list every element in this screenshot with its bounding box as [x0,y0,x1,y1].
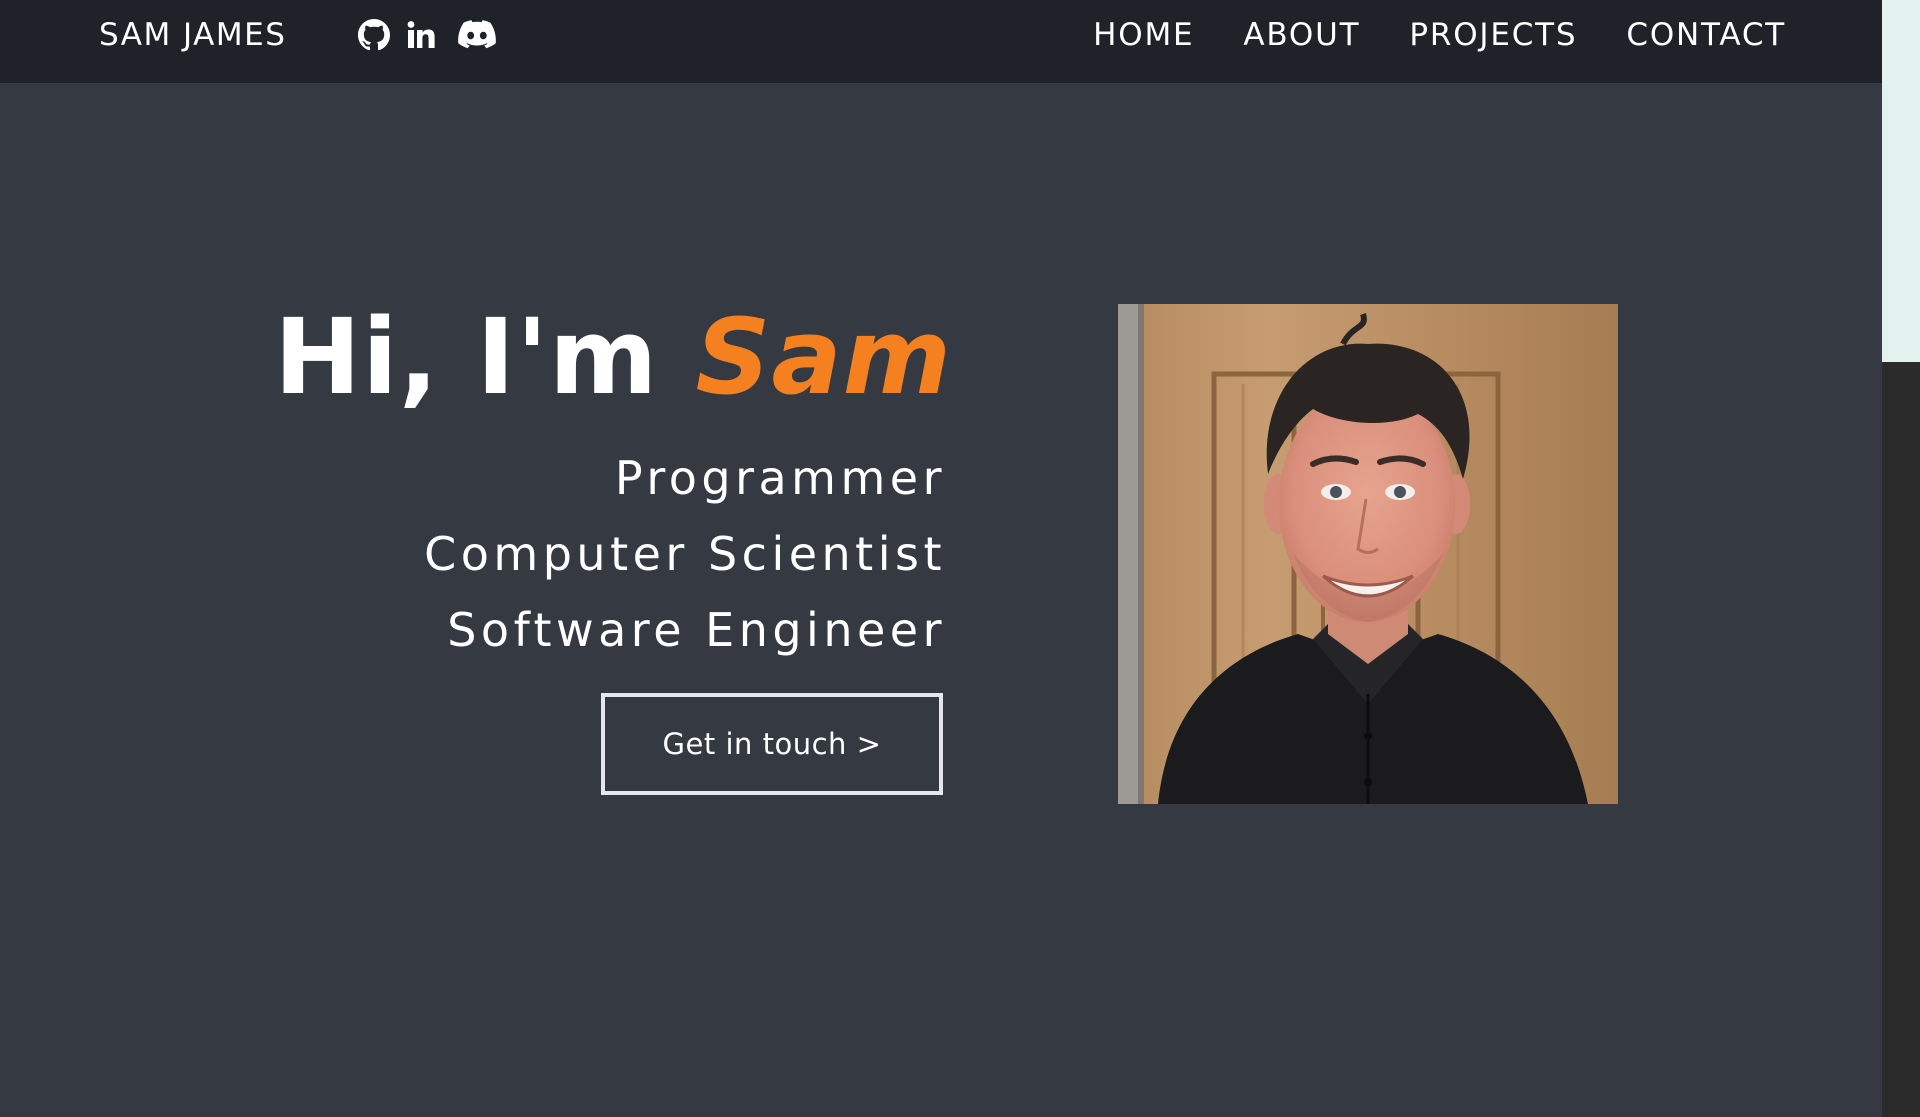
role-list: Programmer Computer Scientist Software E… [424,440,946,668]
discord-link[interactable] [457,17,497,53]
nav-home[interactable]: HOME [1093,18,1194,52]
role-item: Software Engineer [447,603,946,657]
discord-icon [458,20,496,50]
linkedin-icon [406,20,436,50]
role-item: Programmer [614,451,946,505]
brand-name[interactable]: SAM JAMES [99,18,286,52]
hero-greeting: Hi, I'm [274,296,696,418]
hero-section: SAM JAMES HOME ABOUT PROJECTS CONTACT Hi… [0,0,1882,1117]
get-in-touch-button[interactable]: Get in touch > [601,693,943,795]
nav-links: HOME ABOUT PROJECTS CONTACT [1093,18,1786,52]
hero-name: Sam [695,296,952,418]
nav-contact[interactable]: CONTACT [1626,18,1786,52]
github-icon [358,19,390,51]
role-item: Computer Scientist [424,527,946,581]
hero-title: Hi, I'm Sam [274,292,952,422]
navbar: SAM JAMES HOME ABOUT PROJECTS CONTACT [0,0,1882,83]
page: SAM JAMES HOME ABOUT PROJECTS CONTACT Hi… [0,0,1920,1117]
scrollbar-thumb[interactable] [1882,0,1920,362]
linkedin-link[interactable] [406,17,436,53]
github-link[interactable] [356,17,392,53]
vertical-scrollbar[interactable] [1882,0,1920,1117]
nav-about[interactable]: ABOUT [1243,18,1360,52]
nav-projects[interactable]: PROJECTS [1409,18,1577,52]
profile-photo [1118,304,1618,804]
